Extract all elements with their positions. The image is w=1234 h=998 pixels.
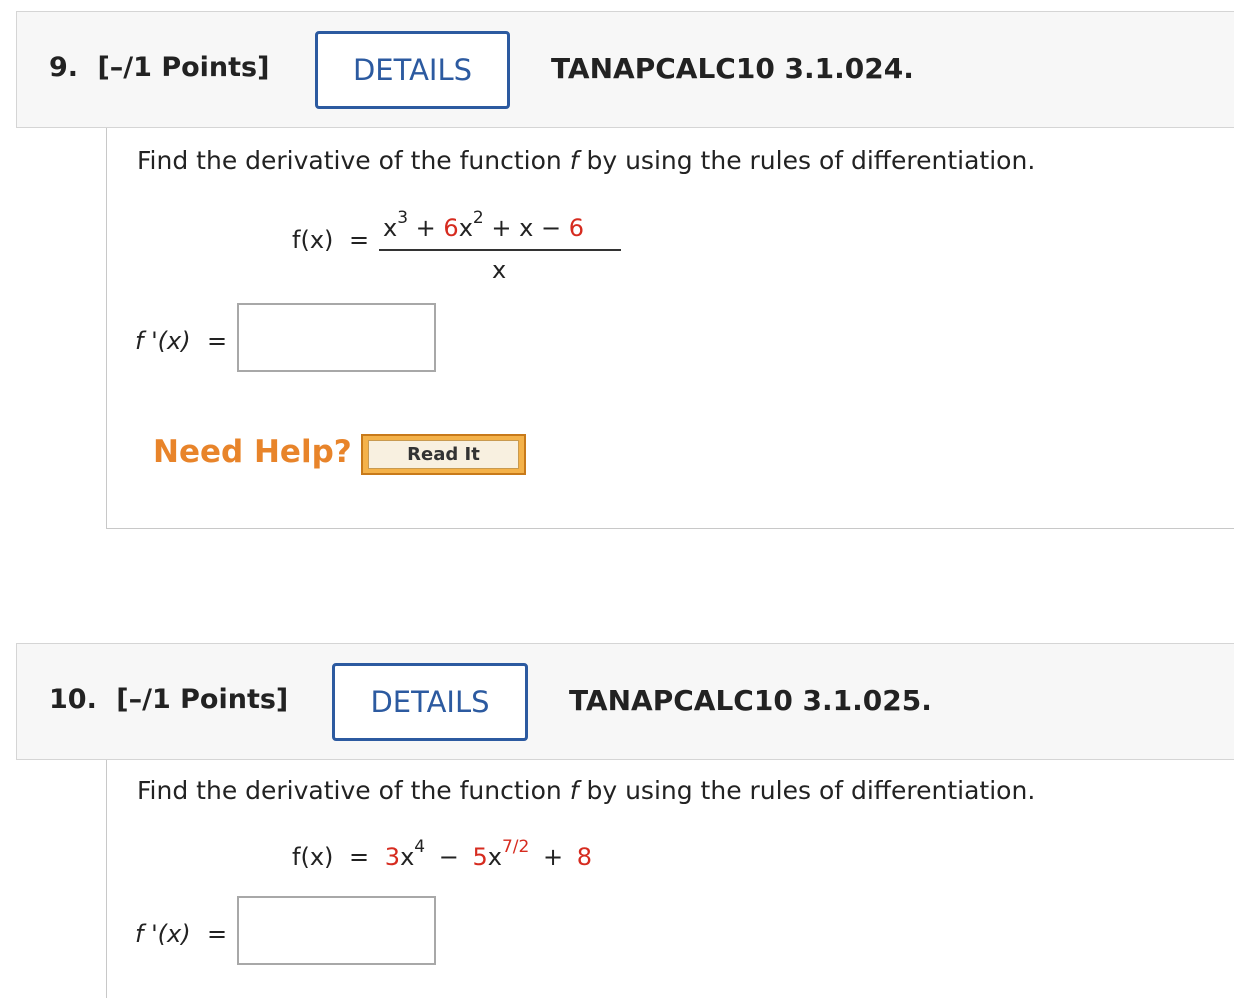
instruction-text: Find the derivative of the function f by…	[137, 776, 1036, 805]
answer-input[interactable]	[237, 303, 436, 372]
question-9-title: 9. [–/1 Points]	[49, 52, 269, 83]
function-lhs: f(x) =	[292, 226, 370, 254]
fraction-numerator: x3 + 6x2 + x − 6	[383, 208, 584, 243]
question-9-header: 9. [–/1 Points] DETAILS TANAPCALC10 3.1.…	[16, 11, 1234, 128]
fraction-bar	[379, 249, 621, 251]
need-help-label: Need Help?	[153, 434, 352, 470]
question-10-title: 10. [–/1 Points]	[49, 684, 288, 715]
details-button[interactable]: DETAILS	[332, 663, 528, 741]
details-button-label: DETAILS	[370, 685, 490, 719]
answer-equals: =	[207, 920, 228, 948]
instruction-text: Find the derivative of the function f by…	[137, 146, 1036, 175]
answer-label: f '(x)	[135, 327, 191, 355]
fraction-denominator: x	[492, 256, 507, 284]
answer-input[interactable]	[237, 896, 436, 965]
details-button-label: DETAILS	[352, 53, 473, 87]
function-definition: f(x) = 3x4 − 5x7/2 + 8	[292, 837, 592, 872]
points-label: [–/1 Points]	[116, 684, 289, 715]
problem-code: TANAPCALC10 3.1.025.	[569, 684, 932, 717]
details-button[interactable]: DETAILS	[315, 31, 510, 109]
points-label: [–/1 Points]	[97, 52, 270, 83]
read-it-button[interactable]: Read It	[361, 434, 526, 475]
question-9-body: Find the derivative of the function f by…	[106, 128, 1234, 529]
answer-equals: =	[207, 327, 228, 355]
question-10-body: Find the derivative of the function f by…	[106, 760, 1234, 998]
answer-label: f '(x)	[135, 920, 191, 948]
read-it-label: Read It	[368, 440, 519, 469]
question-10-header: 10. [–/1 Points] DETAILS TANAPCALC10 3.1…	[16, 643, 1234, 760]
problem-code: TANAPCALC10 3.1.024.	[551, 52, 914, 85]
question-number: 9.	[49, 52, 79, 83]
question-number: 10.	[49, 684, 97, 715]
